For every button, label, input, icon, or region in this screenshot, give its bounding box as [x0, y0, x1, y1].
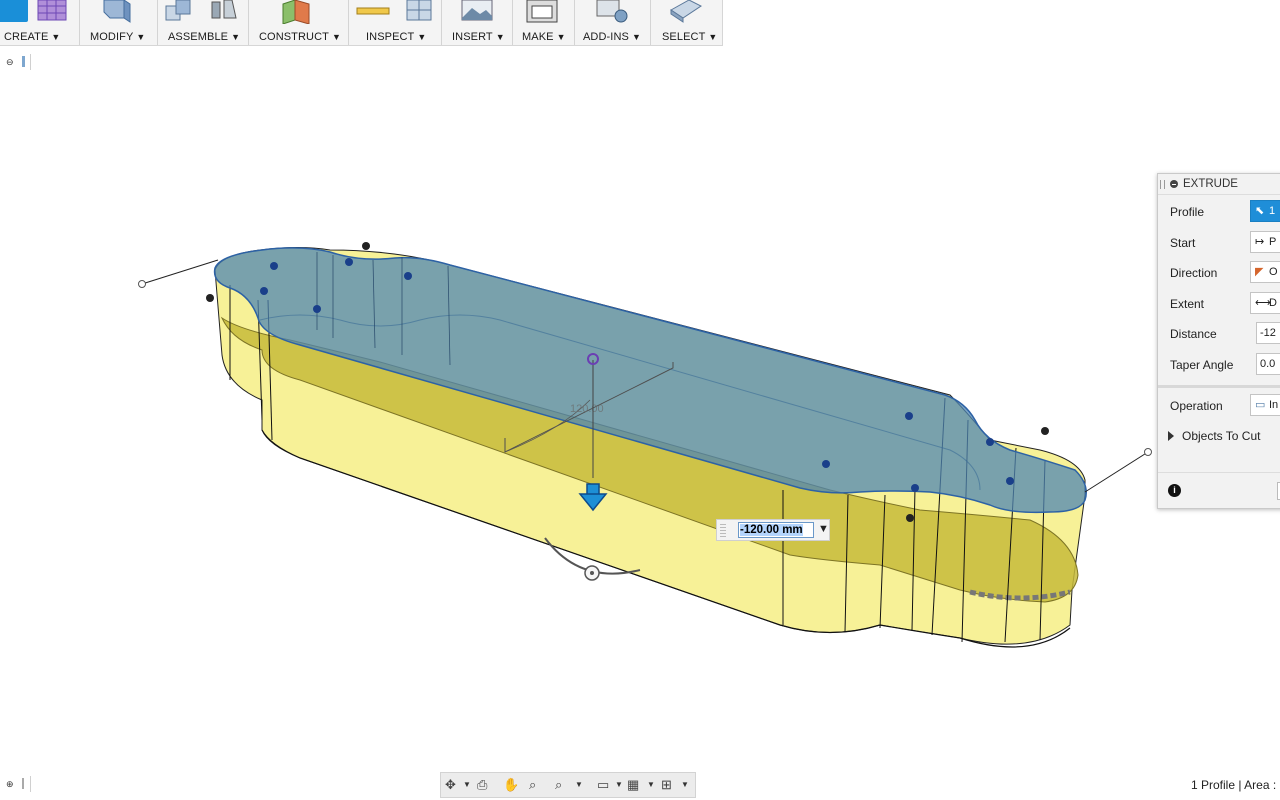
status-text: 1 Profile | Area : — [1191, 778, 1277, 792]
dialog-title: EXTRUDE — [1183, 178, 1238, 190]
toolbar-label-create[interactable]: CREATE ▼ — [4, 31, 60, 43]
operation-icon: ▭ — [1255, 399, 1266, 411]
direction-icon: ◤ — [1255, 266, 1264, 278]
row-operation: Operation ▭ In — [1158, 392, 1280, 420]
direction-dropdown[interactable]: ◤ O — [1250, 261, 1280, 283]
collapse-icon[interactable]: ⊖ — [6, 57, 14, 68]
main-toolbar: CREATE▼ MODIFY▼ ASSEMBLE▼ CONSTRUCT▼ — [0, 0, 723, 46]
look-at-icon[interactable]: ⎙ — [477, 777, 487, 793]
select-icon[interactable] — [669, 0, 703, 24]
distance-field[interactable]: -12 — [1256, 322, 1280, 344]
fit-icon[interactable]: ⌕ — [555, 777, 562, 793]
profile-selector[interactable]: ⬉ 1 — [1250, 200, 1280, 222]
extruded-model[interactable]: 120.00 — [0, 0, 1280, 800]
chevron-down-icon[interactable]: ▼ — [681, 780, 689, 789]
objects-to-cut-row[interactable]: Objects To Cut — [1158, 422, 1280, 450]
pan-hand-icon[interactable]: ✋ — [503, 777, 519, 793]
dimension-ghost-text: 120.00 — [570, 403, 604, 415]
info-icon[interactable]: i — [1168, 484, 1181, 497]
toolbar-label-select[interactable]: SELECT ▼ — [662, 31, 717, 43]
make-3dprint-icon[interactable] — [525, 0, 559, 24]
toolbar-group-inspect[interactable]: INSPECT ▼ — [349, 0, 439, 45]
row-distance: Distance -12 — [1158, 320, 1280, 348]
taper-angle-field[interactable]: 0.0 — [1256, 353, 1280, 375]
addins-icon[interactable] — [595, 0, 629, 24]
toolbar-label-inspect[interactable]: INSPECT ▼ — [366, 31, 426, 43]
modify-icon[interactable] — [102, 0, 132, 24]
extent-dropdown[interactable]: ⟷ D — [1250, 292, 1280, 314]
navigation-bar: ✥ ▼ ⎙ ✋ ⌕ ⌕ ▼ ▭ ▼ ▦ ▼ ⊞ ▼ — [440, 772, 696, 798]
collapse-icon[interactable]: ⊕ — [6, 779, 14, 790]
toolbar-label-make[interactable]: MAKE ▼ — [522, 31, 566, 43]
dialog-header[interactable]: EXTRUDE — [1158, 174, 1280, 195]
chevron-down-icon[interactable]: ▼ — [647, 780, 655, 789]
distance-input-box[interactable]: -120.00 mm ▼ — [716, 519, 830, 541]
toolbar-group-assemble[interactable]: ASSEMBLE ▼ — [158, 0, 242, 45]
cursor-select-icon: ⬉ — [1255, 205, 1265, 217]
drag-grip[interactable] — [720, 524, 726, 537]
chevron-down-icon[interactable]: ▼ — [818, 523, 829, 535]
distance-input[interactable]: -120.00 mm — [738, 522, 814, 538]
profile-label: Profile — [1170, 205, 1205, 219]
operation-label: Operation — [1170, 399, 1223, 413]
zoom-icon[interactable]: ⌕ — [529, 777, 536, 793]
extent-label: Extent — [1170, 297, 1205, 311]
construct-icon[interactable] — [281, 0, 315, 24]
objects-to-cut-label: Objects To Cut — [1182, 429, 1261, 443]
operation-dropdown[interactable]: ▭ In — [1250, 394, 1280, 416]
toolbar-group-create[interactable]: CREATE ▼ — [0, 0, 78, 45]
collapse-icon[interactable] — [1170, 180, 1178, 188]
chevron-down-icon[interactable]: ▼ — [463, 780, 471, 789]
orbit-icon[interactable]: ✥ — [445, 777, 456, 793]
row-direction: Direction ◤ O — [1158, 259, 1280, 287]
browser-toggle[interactable]: ⊖ — [0, 54, 31, 70]
toolbar-group-insert[interactable]: INSERT ▼ — [442, 0, 512, 45]
toolbar-group-make[interactable]: MAKE ▼ — [513, 0, 573, 45]
toolbar-group-modify[interactable]: MODIFY ▼ — [80, 0, 152, 45]
distance-label: Distance — [1170, 327, 1217, 341]
toolbar-label-addins[interactable]: ADD-INS ▼ — [583, 31, 641, 43]
insert-image-icon[interactable] — [460, 0, 494, 24]
toolbar-label-assemble[interactable]: ASSEMBLE ▼ — [168, 31, 240, 43]
row-taper-angle: Taper Angle 0.0 — [1158, 351, 1280, 379]
display-settings-icon[interactable]: ▭ — [597, 777, 609, 793]
toolbar-label-modify[interactable]: MODIFY ▼ — [90, 31, 145, 43]
canvas-viewport[interactable]: 120.00 -120.00 mm ▼ — [0, 0, 1280, 800]
comments-toggle[interactable]: ⊕ — [0, 776, 31, 792]
start-dropdown[interactable]: ↦ P — [1250, 231, 1280, 253]
toolbar-label-construct[interactable]: CONSTRUCT ▼ — [259, 31, 341, 43]
toolbar-group-construct[interactable]: CONSTRUCT ▼ — [249, 0, 347, 45]
start-plane-icon: ↦ — [1255, 236, 1265, 248]
viewports-icon[interactable]: ⊞ — [661, 777, 672, 793]
grid-icon[interactable]: ▦ — [627, 777, 639, 793]
chevron-down-icon[interactable]: ▼ — [615, 780, 623, 789]
toolbar-label-insert[interactable]: INSERT ▼ — [452, 31, 505, 43]
expand-triangle-icon[interactable] — [1168, 431, 1174, 441]
chevron-down-icon[interactable]: ▼ — [575, 780, 583, 789]
row-extent: Extent ⟷ D — [1158, 290, 1280, 318]
inspect-icons[interactable] — [355, 0, 439, 24]
assemble-icons[interactable] — [162, 0, 242, 24]
toolbar-group-select[interactable]: SELECT ▼ — [651, 0, 722, 45]
create-icons[interactable] — [0, 0, 70, 24]
row-start: Start ↦ P — [1158, 229, 1280, 257]
start-label: Start — [1170, 236, 1196, 250]
toolbar-group-addins[interactable]: ADD-INS ▼ — [575, 0, 649, 45]
direction-label: Direction — [1170, 266, 1218, 280]
taper-angle-label: Taper Angle — [1170, 358, 1234, 372]
row-profile: Profile ⬉ 1 — [1158, 198, 1280, 226]
extrude-dialog: EXTRUDE Profile ⬉ 1 Start ↦ P Direction … — [1157, 173, 1280, 509]
